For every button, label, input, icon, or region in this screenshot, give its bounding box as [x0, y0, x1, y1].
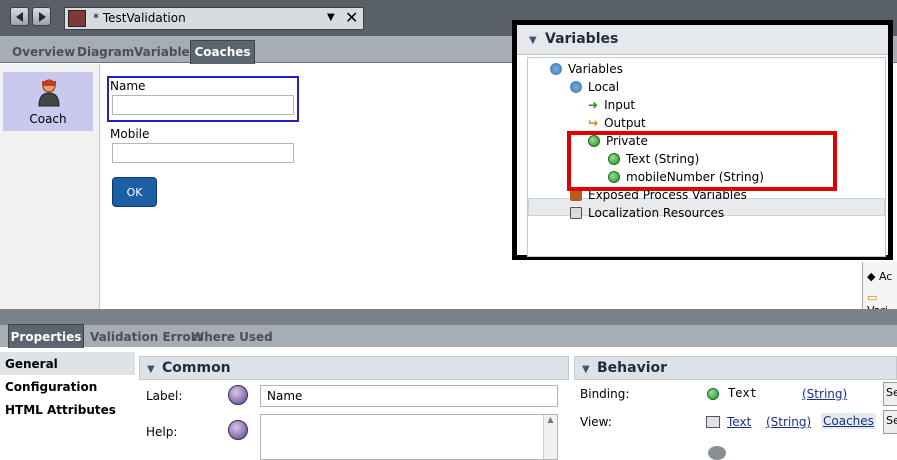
outline-item[interactable]: ◆ Ac — [867, 270, 892, 283]
variables-panel-title: Variables — [545, 31, 619, 47]
behavior-section-header[interactable]: ▼ Behavior — [574, 356, 897, 380]
ok-button[interactable]: OK — [112, 177, 157, 207]
arrow-right-icon — [39, 12, 46, 22]
label-variable-icon[interactable] — [228, 385, 248, 405]
help-variable-icon[interactable] — [228, 420, 248, 440]
divider-bar — [0, 309, 897, 325]
view-select-button[interactable]: Se — [883, 410, 897, 434]
output-arrow-icon: ↪ — [588, 116, 599, 130]
variable-icon — [707, 388, 719, 400]
variables-panel-header[interactable]: ▼ Variables — [517, 25, 888, 55]
binding-select-button[interactable]: Se — [883, 382, 897, 406]
label-input[interactable]: Name — [260, 385, 558, 407]
tab-variables[interactable]: Variables — [134, 45, 197, 59]
tab-overview[interactable]: Overview — [12, 45, 75, 59]
help-caption: Help: — [146, 425, 178, 439]
partial-icon — [708, 446, 726, 460]
nav-configuration[interactable]: Configuration — [5, 380, 97, 394]
mobile-input[interactable] — [112, 143, 294, 163]
name-label: Name — [110, 79, 146, 93]
collapse-arrow-icon[interactable]: ▼ — [529, 35, 537, 46]
collapse-arrow-icon[interactable]: ▼ — [147, 364, 155, 375]
back-button[interactable] — [10, 7, 29, 26]
binding-caption: Binding: — [580, 387, 630, 401]
arrow-left-icon — [16, 12, 23, 22]
chevron-down-icon[interactable]: ▼ — [327, 12, 335, 23]
coach-icon — [38, 79, 60, 107]
binding-variable: Text — [728, 386, 757, 400]
close-icon[interactable]: ✕ — [345, 8, 358, 27]
coach-label: Coach — [29, 112, 67, 126]
view-type-link[interactable]: (String) — [766, 415, 811, 429]
help-textarea[interactable]: ▲ — [260, 414, 558, 460]
label-caption: Label: — [146, 389, 183, 403]
tab-validation-errors[interactable]: Validation Errors — [90, 330, 204, 344]
local-icon — [570, 81, 582, 93]
process-app-icon — [68, 10, 86, 27]
tab-properties[interactable]: Properties — [8, 324, 84, 348]
view-toolkit-link[interactable]: Coaches — [821, 413, 876, 429]
right-outline-stub: ◆ Ac ▭ Vari — [862, 262, 897, 317]
collapse-arrow-icon[interactable]: ▼ — [582, 364, 590, 375]
folder-icon: ▭ — [867, 291, 878, 304]
editor-title: * TestValidation — [93, 11, 186, 25]
tree-node-input[interactable]: ➜ Input — [588, 98, 635, 112]
view-name-link[interactable]: Text — [727, 415, 751, 429]
scrollbar[interactable]: ▲ — [543, 415, 557, 459]
tab-coaches[interactable]: Coaches — [190, 40, 255, 64]
localization-icon — [570, 207, 582, 219]
tree-node-localization[interactable]: Localization Resources — [570, 206, 724, 220]
tab-diagram[interactable]: Diagram — [77, 45, 134, 59]
tree-node-variables[interactable]: Variables — [550, 62, 623, 76]
name-input[interactable] — [112, 95, 294, 115]
tab-where-used[interactable]: Where Used — [191, 330, 273, 344]
common-section-title: Common — [162, 360, 231, 376]
private-variables-highlight — [567, 131, 837, 191]
tree-node-output[interactable]: ↪ Output — [588, 116, 646, 130]
view-caption: View: — [580, 415, 612, 429]
behavior-section-title: Behavior — [597, 360, 668, 376]
common-section-header[interactable]: ▼ Common — [139, 356, 569, 380]
view-icon — [706, 416, 720, 428]
nav-html-attributes[interactable]: HTML Attributes — [5, 403, 116, 417]
palette-coach-item[interactable]: Coach — [3, 72, 93, 131]
nav-general[interactable]: General — [5, 357, 58, 371]
mobile-label: Mobile — [110, 127, 150, 141]
input-arrow-icon: ➜ — [588, 98, 599, 112]
tree-node-local[interactable]: Local — [570, 80, 619, 94]
editor-tab[interactable]: * TestValidation ▼ ✕ — [64, 7, 364, 30]
variables-icon — [550, 63, 562, 75]
forward-button[interactable] — [32, 7, 51, 26]
binding-type-link[interactable]: (String) — [802, 387, 847, 401]
